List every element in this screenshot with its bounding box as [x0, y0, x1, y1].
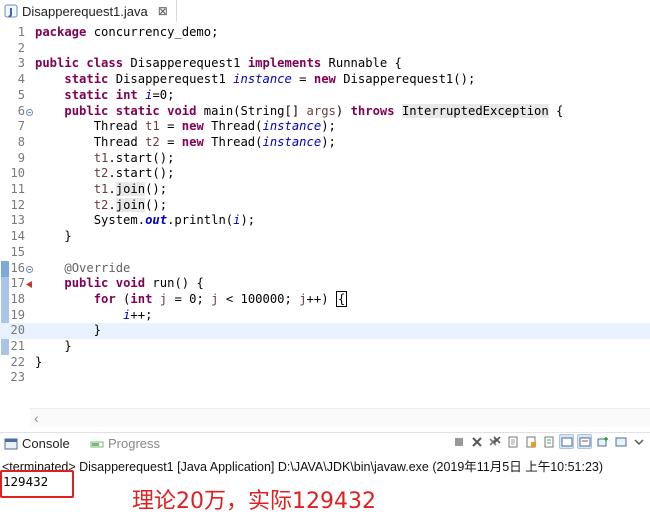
code-text: }: [35, 354, 43, 369]
line-number: 19: [10, 307, 25, 322]
code-line[interactable]: 23: [0, 370, 650, 386]
line-number: 3: [17, 56, 25, 71]
code-text: Thread t1 = new Thread(instance);: [35, 119, 336, 134]
code-text: }: [35, 229, 72, 244]
code-text: static int i=0;: [64, 87, 175, 102]
line-number: 15: [10, 244, 25, 259]
code-line[interactable]: 10 t2.start();: [0, 166, 650, 182]
line-number: 9: [17, 150, 25, 165]
remove-all-icon[interactable]: [487, 434, 502, 449]
code-line[interactable]: 3 public class Disapperequest1 implements…: [0, 56, 650, 72]
code-text: public static void main(String[] args) t…: [64, 103, 564, 118]
tab-console[interactable]: Console: [4, 436, 70, 451]
open-console-icon[interactable]: [613, 434, 628, 449]
code-text: }: [35, 339, 72, 353]
remove-launch-icon[interactable]: [469, 434, 484, 449]
code-line[interactable]: 7 Thread t1 = new Thread(instance);: [0, 119, 650, 135]
annotation-text: 理论20万，实际129432: [132, 489, 376, 514]
code-text: package concurrency_demo;: [35, 25, 219, 39]
code-text: System.out.println(i);: [35, 213, 256, 228]
console-toolbar: [451, 434, 646, 449]
code-editor[interactable]: 1 package concurrency_demo; 2 3 public class…: [0, 22, 650, 427]
console-icon: [4, 438, 18, 449]
code-text: public class Disapperequest1 implements …: [35, 56, 402, 71]
code-line[interactable]: 4 static Disapperequest1 instance = new …: [0, 72, 650, 88]
code-line[interactable]: 19 i++;: [0, 308, 650, 324]
code-line[interactable]: 1 package concurrency_demo;: [0, 25, 650, 41]
highlight-box: [0, 470, 74, 498]
line-number: 1: [17, 25, 25, 39]
code-line[interactable]: 18 for (int j = 0; j < 100000; j++) {: [0, 290, 650, 308]
code-text: t1.join();: [93, 182, 168, 196]
code-line[interactable]: 5 static int i=0;: [0, 88, 650, 104]
code-text: t1.start();: [93, 150, 175, 165]
line-number: 13: [10, 213, 25, 228]
code-line[interactable]: 15: [0, 245, 650, 261]
code-line[interactable]: 14 }: [0, 229, 650, 245]
override-marker-icon[interactable]: [26, 281, 33, 289]
code-line[interactable]: 8 Thread t2 = new Thread(instance);: [0, 135, 650, 151]
line-number: 11: [10, 182, 25, 196]
line-number: 12: [10, 197, 25, 212]
code-line[interactable]: 2: [0, 41, 650, 57]
line-number: 10: [10, 166, 25, 181]
line-number: 22: [10, 354, 25, 369]
line-number: 16: [10, 260, 25, 275]
code-line[interactable]: 9 t1.start();: [0, 151, 650, 167]
view-menu-icon[interactable]: [631, 434, 646, 449]
line-number: 20: [10, 323, 25, 338]
code-line[interactable]: 13 System.out.println(i);: [0, 213, 650, 229]
line-number: 23: [10, 370, 25, 385]
editor-tab-title: Disapperequest1.java: [22, 3, 148, 19]
line-number: 7: [17, 119, 25, 134]
code-line[interactable]: 21 }: [0, 339, 650, 355]
tab-console-label: Console: [22, 436, 70, 451]
line-number: 17: [10, 276, 25, 291]
pin-icon[interactable]: [559, 434, 574, 449]
code-text: Thread t2 = new Thread(instance);: [35, 134, 336, 149]
word-wrap-icon[interactable]: [541, 434, 556, 449]
new-console-icon[interactable]: [595, 434, 610, 449]
scroll-left-icon[interactable]: ‹: [34, 410, 39, 426]
line-number: 14: [10, 229, 25, 244]
code-line[interactable]: 16 @Override: [0, 261, 650, 277]
line-number: 5: [17, 87, 25, 102]
line-number: 21: [10, 339, 25, 353]
code-text: t2.join();: [93, 197, 168, 212]
tab-progress-label: Progress: [108, 436, 161, 451]
svg-text:J: J: [8, 7, 13, 18]
code-line[interactable]: 12 t2.join();: [0, 197, 650, 214]
line-number: 18: [10, 291, 25, 306]
clear-console-icon[interactable]: [505, 434, 520, 449]
code-line[interactable]: 20 }: [0, 323, 650, 339]
progress-icon: [90, 441, 104, 447]
code-text: static Disapperequest1 instance = new Di…: [64, 72, 476, 87]
code-line[interactable]: 17 public void run() {: [0, 276, 650, 292]
tab-progress[interactable]: Progress: [90, 436, 160, 451]
horizontal-scrollbar[interactable]: ‹: [30, 408, 650, 427]
code-text: @Override: [64, 260, 131, 275]
code-text: public void run() {: [64, 276, 204, 291]
console-status-line: <terminated> Disapperequest1 [Java Appli…: [2, 460, 604, 474]
java-file-icon: J: [4, 4, 18, 18]
code-text: }: [35, 323, 102, 338]
fold-icon[interactable]: [26, 108, 33, 116]
display-console-icon[interactable]: [577, 434, 592, 449]
scroll-lock-icon[interactable]: [523, 434, 538, 449]
code-line[interactable]: 22}: [0, 355, 650, 371]
code-text: i++;: [123, 307, 153, 322]
line-number: 6: [17, 103, 25, 118]
line-number: 2: [17, 40, 25, 55]
fold-icon[interactable]: [26, 265, 33, 273]
code-text: t2.start();: [93, 166, 175, 181]
terminate-icon[interactable]: [451, 434, 466, 449]
code-line[interactable]: 11 t1.join();: [0, 182, 650, 198]
line-number: 8: [17, 134, 25, 149]
editor-tab[interactable]: J Disapperequest1.java ⊠: [0, 0, 177, 22]
editor-tab-bar: J Disapperequest1.java ⊠: [0, 0, 650, 23]
code-line[interactable]: 6 public static void main(String[] args)…: [0, 103, 650, 120]
code-text: for (int j = 0; j < 100000; j++) {: [93, 290, 348, 307]
close-icon[interactable]: ⊠: [158, 4, 168, 18]
line-number: 4: [17, 72, 25, 87]
